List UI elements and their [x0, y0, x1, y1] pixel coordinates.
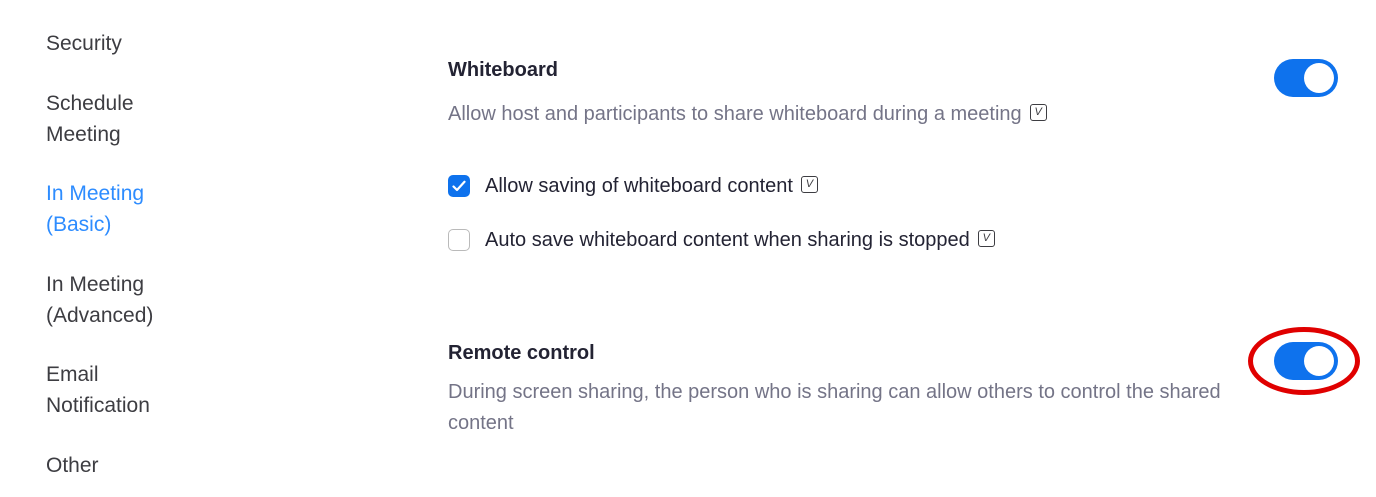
sidebar-item-in-meeting-basic[interactable]: In Meeting (Basic) — [46, 178, 246, 240]
version-badge-icon: V — [977, 229, 995, 247]
auto-save-whiteboard-checkbox[interactable] — [448, 229, 470, 251]
version-badge-icon: V — [1029, 104, 1047, 122]
remote-control-toggle[interactable] — [1274, 342, 1338, 380]
auto-save-whiteboard-label: Auto save whiteboard content when sharin… — [485, 228, 970, 251]
settings-page: Security Schedule Meeting In Meeting (Ba… — [0, 0, 1376, 497]
toggle-knob — [1304, 63, 1334, 93]
whiteboard-description: Allow host and participants to share whi… — [448, 99, 1047, 130]
whiteboard-toggle[interactable] — [1274, 59, 1338, 97]
settings-sidebar: Security Schedule Meeting In Meeting (Ba… — [0, 0, 300, 497]
sidebar-item-schedule-meeting[interactable]: Schedule Meeting — [46, 88, 246, 150]
auto-save-whiteboard-option: Auto save whiteboard content when sharin… — [448, 227, 995, 253]
checkmark-icon — [452, 180, 466, 192]
whiteboard-description-text: Allow host and participants to share whi… — [448, 103, 1022, 125]
whiteboard-title: Whiteboard — [448, 59, 558, 81]
allow-saving-whiteboard-checkbox[interactable] — [448, 175, 470, 197]
sidebar-item-in-meeting-advanced[interactable]: In Meeting (Advanced) — [46, 269, 246, 331]
sidebar-item-security[interactable]: Security — [46, 28, 246, 59]
remote-control-description: During screen sharing, the person who is… — [448, 381, 1221, 434]
sidebar-item-other[interactable]: Other — [46, 450, 246, 481]
toggle-knob — [1304, 346, 1334, 376]
allow-saving-whiteboard-option: Allow saving of whiteboard content V — [448, 173, 818, 199]
remote-control-title: Remote control — [448, 342, 595, 364]
version-badge-icon: V — [800, 175, 818, 193]
allow-saving-whiteboard-label: Allow saving of whiteboard content — [485, 174, 793, 197]
sidebar-item-email-notification[interactable]: Email Notification — [46, 359, 246, 421]
